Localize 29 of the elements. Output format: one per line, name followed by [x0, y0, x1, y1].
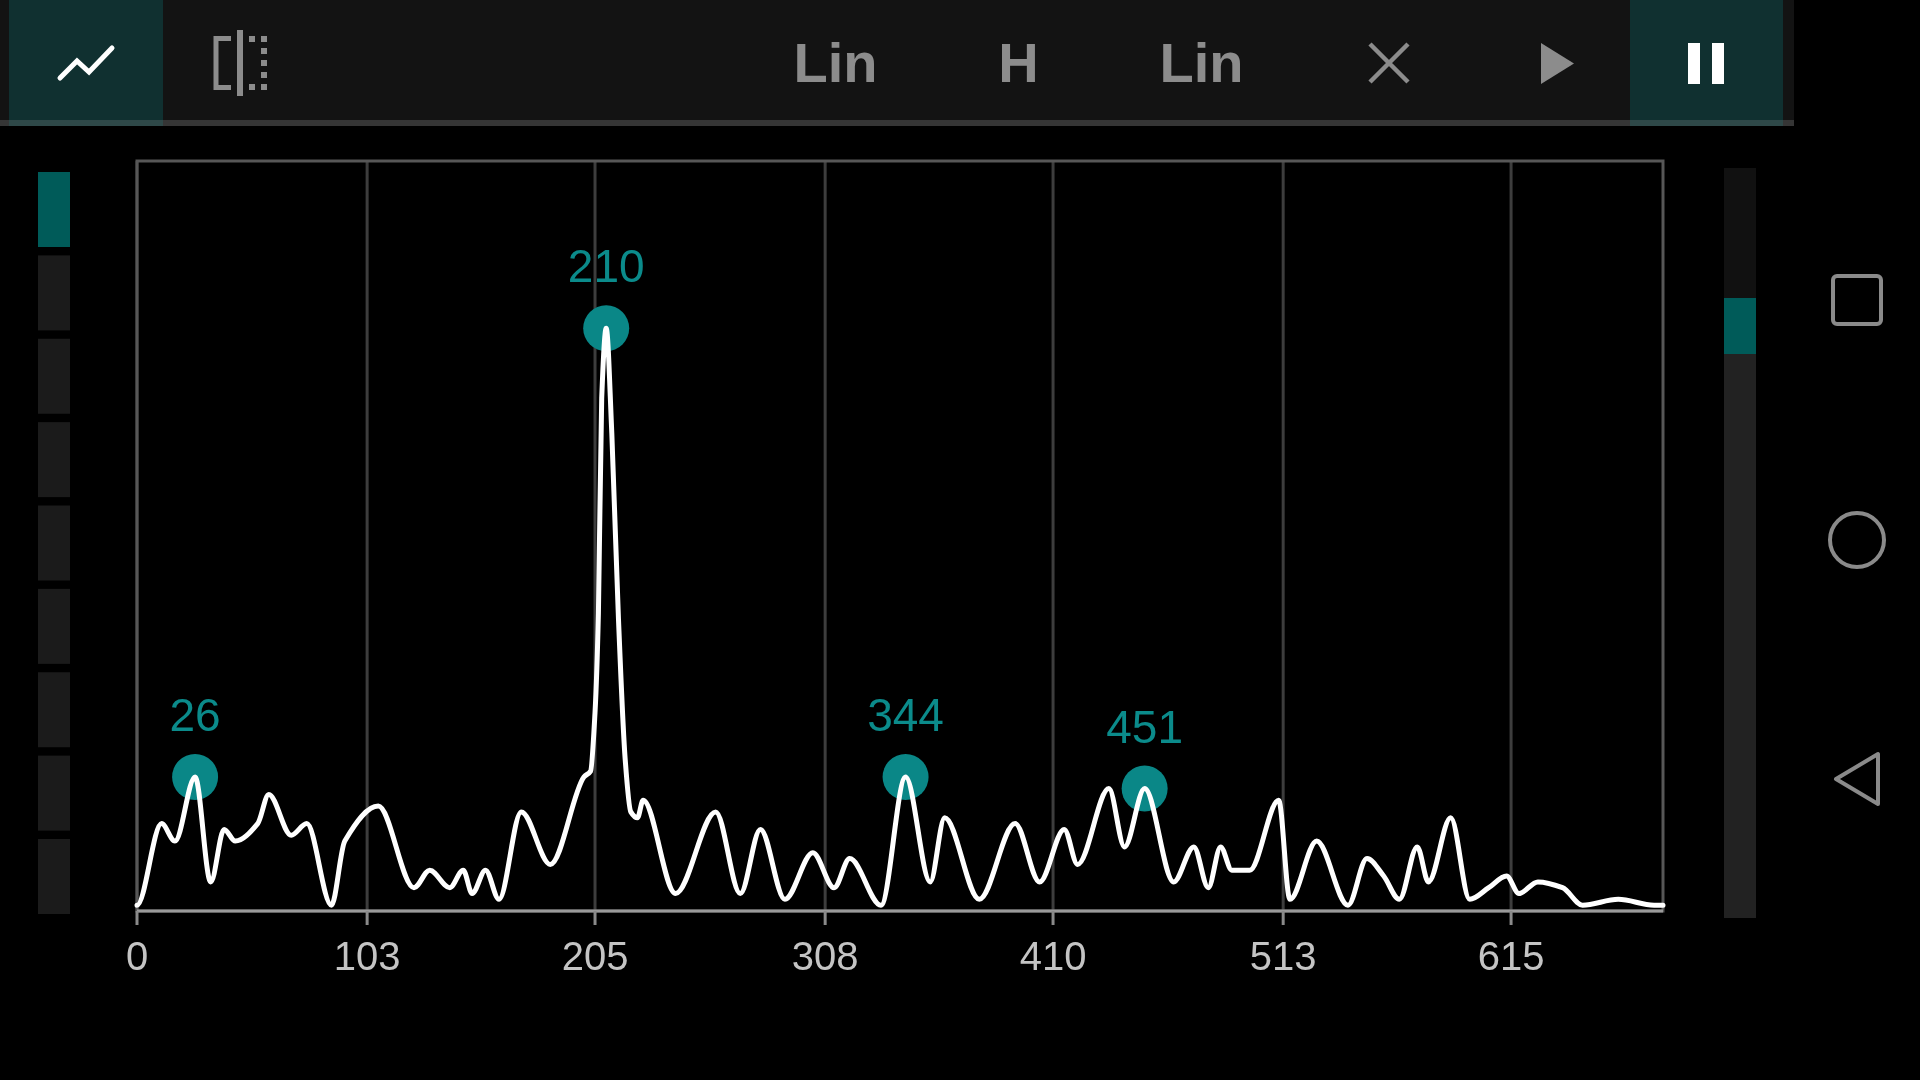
- pause-button[interactable]: [1630, 0, 1783, 126]
- peak-marker: [1121, 765, 1168, 812]
- axis-tick-label: 308: [791, 934, 859, 978]
- square-icon[interactable]: [1831, 274, 1883, 326]
- axis-tick-label: 205: [561, 934, 629, 978]
- peak-marker: [882, 753, 929, 800]
- axis-tick-label: 0: [125, 934, 149, 978]
- line-chart-icon: [56, 44, 116, 82]
- scroll-bar[interactable]: [1724, 168, 1756, 918]
- peak-label: 26: [169, 688, 221, 741]
- peak-label: 451: [1106, 700, 1184, 753]
- peak-marker: [583, 305, 630, 352]
- pause-icon: [1688, 42, 1725, 84]
- peak-label: 210: [567, 240, 645, 293]
- scale-button[interactable]: H: [992, 31, 1045, 95]
- scale-button[interactable]: Lin: [787, 31, 884, 95]
- scale-button[interactable]: Lin: [1153, 31, 1250, 95]
- axis-tick-label: 513: [1249, 934, 1317, 978]
- peak-label: 344: [867, 688, 944, 741]
- close-icon: [1368, 42, 1410, 84]
- axis-tick-label: 410: [1019, 934, 1087, 978]
- axis-tick-label: 103: [333, 934, 401, 978]
- triangle-icon[interactable]: [1832, 750, 1882, 808]
- axis-tick-label: 615: [1477, 934, 1545, 978]
- graph-view-button[interactable]: [9, 0, 163, 126]
- circle-icon[interactable]: [1827, 510, 1887, 570]
- play-icon: [1541, 42, 1574, 84]
- peak-marker: [172, 753, 219, 800]
- split-view-icon: [212, 30, 269, 96]
